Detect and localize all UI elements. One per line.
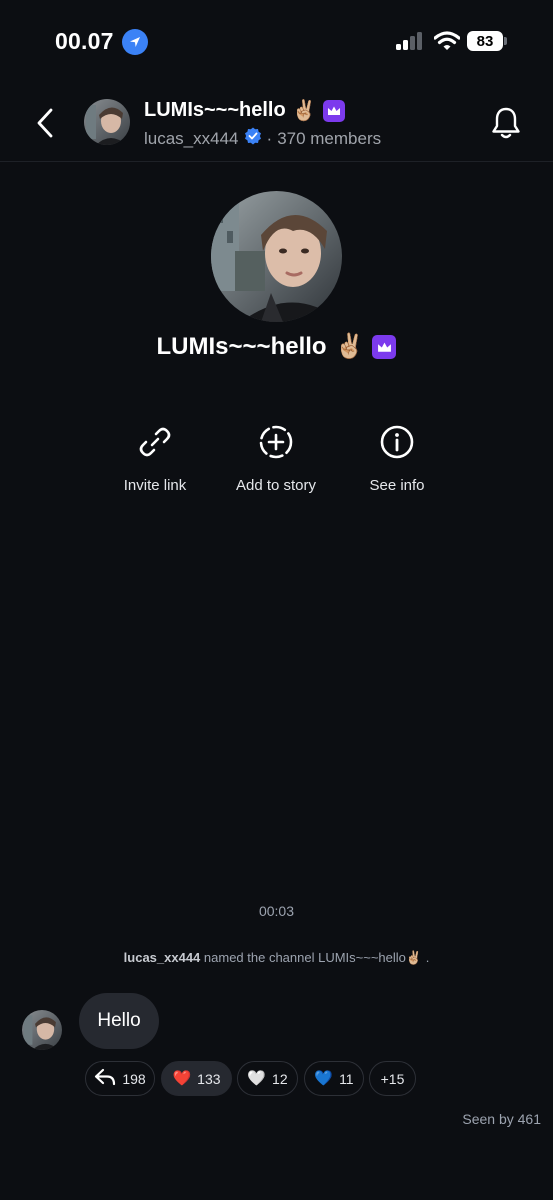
channel-username: lucas_xx444 [144, 128, 239, 148]
see-info-button[interactable]: See info [337, 423, 457, 494]
chevron-left-icon [37, 108, 53, 138]
message-bubble[interactable]: Hello [79, 993, 159, 1049]
notifications-button[interactable] [486, 104, 526, 142]
white-heart-icon: 🤍 [247, 1070, 267, 1087]
crown-icon [322, 99, 345, 122]
add-story-icon [257, 423, 295, 461]
system-message-user[interactable]: lucas_xx444 [124, 950, 201, 965]
info-icon [378, 423, 416, 461]
subtitle-separator: · [266, 128, 273, 148]
reply-icon [94, 1068, 116, 1089]
blue-heart-reaction[interactable]: 💙 11 [304, 1061, 364, 1096]
location-arrow-icon [122, 29, 148, 55]
seen-by-count[interactable]: Seen by 461 [462, 1111, 541, 1127]
more-reactions-count: +15 [380, 1070, 405, 1087]
reaction-count: 198 [122, 1070, 146, 1087]
header-divider [0, 161, 553, 162]
message-timestamp: 00:03 [258, 903, 295, 919]
reaction-count: 133 [197, 1070, 221, 1087]
back-button[interactable] [30, 104, 60, 142]
status-time: 00.07 [55, 28, 114, 54]
sender-avatar[interactable] [22, 1010, 62, 1050]
battery-level: 83 [467, 31, 503, 51]
white-heart-reaction[interactable]: 🤍 12 [237, 1061, 298, 1096]
add-to-story-label: Add to story [235, 477, 317, 494]
channel-title[interactable]: LUMIs~~~hello ✌🏼 [144, 99, 345, 122]
see-info-label: See info [369, 477, 425, 494]
invite-link-label: Invite link [123, 477, 187, 494]
system-message-text: named the channel LUMIs~~~hello [203, 950, 406, 965]
battery-icon: 83 [467, 31, 507, 51]
channel-title-text: LUMIs~~~hello [144, 99, 286, 121]
red-heart-icon: ❤️ [172, 1070, 192, 1087]
more-reactions-button[interactable]: +15 [369, 1061, 416, 1096]
reaction-count: 11 [339, 1070, 354, 1087]
add-to-story-button[interactable]: Add to story [216, 423, 336, 494]
crown-icon [372, 335, 397, 359]
signal-icon [396, 32, 424, 50]
channel-subtitle[interactable]: lucas_xx444 · 370 members [144, 127, 381, 150]
profile-name: LUMIs~~~hello ✌🏼 [0, 333, 553, 361]
peace-emoji: ✌🏼 [405, 950, 423, 965]
profile-name-text: LUMIs~~~hello [156, 333, 327, 360]
wifi-icon [433, 30, 461, 52]
reply-reaction[interactable]: 198 [85, 1061, 155, 1096]
link-icon [136, 423, 174, 461]
profile-avatar[interactable] [211, 191, 342, 322]
invite-link-button[interactable]: Invite link [95, 423, 215, 494]
channel-avatar[interactable] [84, 99, 130, 145]
reaction-count: 12 [272, 1070, 288, 1087]
member-count: 370 members [277, 128, 382, 148]
system-message-end: . [425, 950, 430, 965]
system-message: lucas_xx444 named the channel LUMIs~~~he… [0, 950, 553, 966]
peace-emoji: ✌🏼 [291, 99, 317, 122]
heart-reaction[interactable]: ❤️ 133 [161, 1061, 232, 1096]
blue-heart-icon: 💙 [314, 1070, 334, 1087]
verified-icon [244, 127, 262, 150]
peace-emoji: ✌🏼 [334, 333, 365, 360]
bell-icon [492, 107, 520, 139]
